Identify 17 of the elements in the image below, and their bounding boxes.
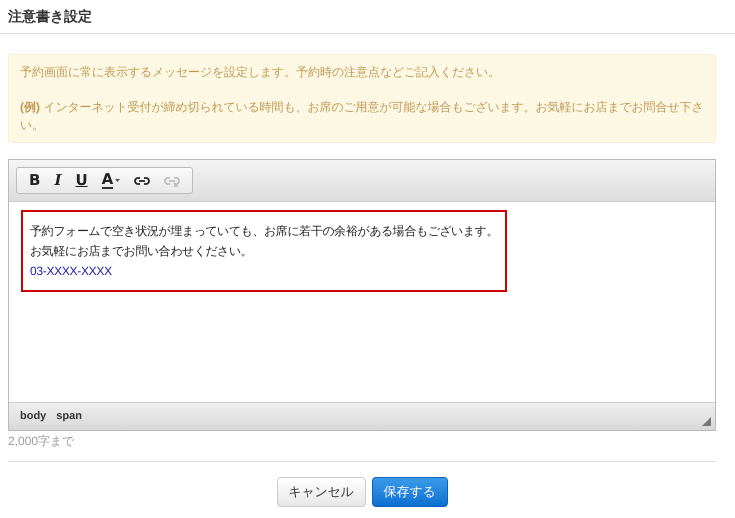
element-path-item[interactable]: span — [56, 408, 82, 425]
cancel-button[interactable]: キャンセル — [276, 477, 366, 507]
save-button[interactable]: 保存する — [372, 477, 448, 507]
italic-button[interactable]: I — [48, 170, 68, 192]
notice-text: (例) インターネット受付が締め切られている時間も、お席のご用意が可能な場合もございます。お気軽にお店までお問合せ下さい。 — [20, 99, 704, 134]
element-path-item[interactable]: body — [20, 408, 46, 425]
caret-icon — [115, 179, 120, 182]
underline-button[interactable]: U — [69, 170, 94, 192]
notice-text: 予約画面に常に表示するメッセージを設定します。予約時の注意点などご記入ください。 — [20, 64, 501, 81]
text-color-button[interactable]: A — [96, 170, 126, 192]
page-title: 注意書き設定 — [8, 7, 92, 26]
resize-handle-icon[interactable] — [702, 417, 711, 426]
editor-text: 予約フォームで空き状況が埋まっていても、お席に若干の余裕がある場合もございます。 — [30, 223, 498, 240]
bold-button[interactable]: B — [23, 170, 46, 192]
character-limit-text: 2,000字まで — [8, 433, 76, 449]
editor-text: お気軽にお店までお問い合わせください。 — [30, 243, 254, 260]
phone-number: 03-XXXX-XXXX — [30, 263, 113, 280]
